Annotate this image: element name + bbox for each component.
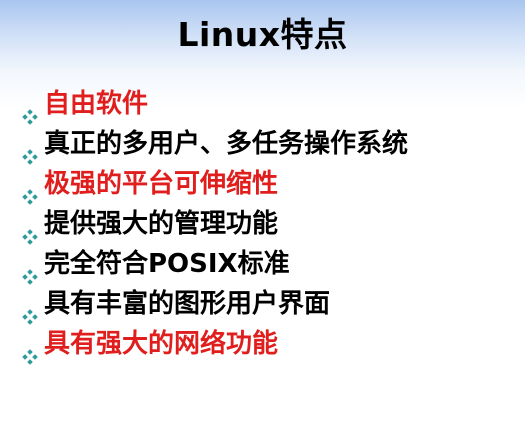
diamond-bullet-icon [22,97,38,125]
bullet-text: 完全符合POSIX标准 [44,249,290,279]
bullet-text: 极强的平台可伸缩性 [44,169,279,199]
diamond-bullet-icon [22,177,38,205]
diamond-bullet-icon [22,257,38,285]
bullet-text: 自由软件 [44,89,149,119]
slide-title: Linux特点 [177,15,348,54]
diamond-bullet-icon [22,137,38,165]
bullet-item: 提供强大的管理功能 [22,204,408,245]
slide: Linux特点 自由软件 真正的多用户、多任务操作系统 极强的平台可伸缩性 提供… [0,0,525,429]
bullet-text: 具有强大的网络功能 [44,329,279,359]
bullet-list: 自由软件 真正的多用户、多任务操作系统 极强的平台可伸缩性 提供强大的管理功能 … [22,84,409,365]
bullet-item: 自由软件 [22,84,408,125]
bullet-text: 提供强大的管理功能 [44,209,279,239]
diamond-bullet-icon [22,297,38,325]
bullet-item: 极强的平台可伸缩性 [22,164,408,205]
bullet-text: 真正的多用户、多任务操作系统 [44,129,409,159]
diamond-bullet-icon [22,337,38,365]
bullet-item: 具有丰富的图形用户界面 [22,284,408,325]
bullet-text: 具有丰富的图形用户界面 [44,289,331,319]
bullet-item: 完全符合POSIX标准 [22,244,408,285]
bullet-item: 具有强大的网络功能 [22,324,408,365]
diamond-bullet-icon [22,217,38,245]
bullet-item: 真正的多用户、多任务操作系统 [22,124,409,165]
